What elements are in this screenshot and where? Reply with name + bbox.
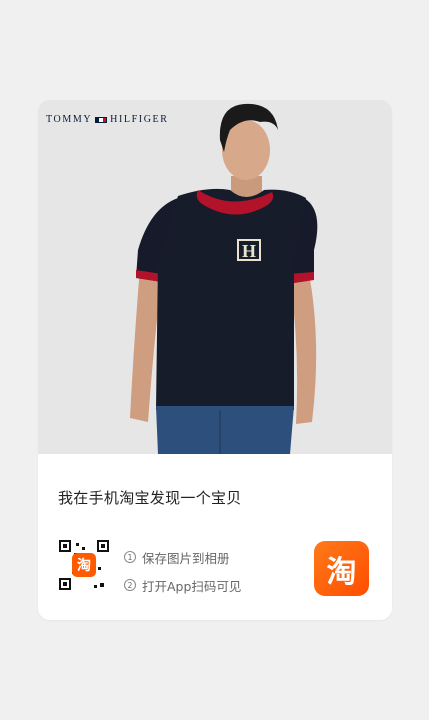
step-text: 打开App扫码可见: [142, 578, 242, 594]
share-title: 我在手机淘宝发现一个宝贝: [58, 489, 242, 507]
instruction-list: 1 保存图片到相册 2 打开App扫码可见: [124, 546, 241, 602]
brand-name-right: HILFIGER: [110, 114, 169, 125]
qr-code[interactable]: 淘: [56, 537, 112, 593]
taobao-logo-glyph: 淘: [326, 554, 357, 590]
step-text: 保存图片到相册: [142, 550, 230, 566]
model-image: H: [38, 100, 392, 454]
instruction-step-1: 1 保存图片到相册: [124, 546, 241, 568]
brand-logo: TOMMY HILFIGER: [46, 114, 169, 125]
taobao-app-icon[interactable]: 淘: [314, 541, 369, 596]
share-card: H TOMMY HILFIGER 我在手机淘宝发现一个宝贝 淘 1 保存图片到相…: [38, 100, 392, 620]
step-number-icon: 1: [124, 551, 136, 563]
svg-text:H: H: [242, 241, 256, 261]
instruction-step-2: 2 打开App扫码可见: [124, 574, 241, 596]
step-number-icon: 2: [124, 579, 136, 591]
qr-center-glyph: 淘: [77, 557, 91, 574]
brand-flag-icon: [95, 116, 108, 123]
brand-name-left: TOMMY: [46, 114, 93, 125]
product-photo[interactable]: H TOMMY HILFIGER: [38, 100, 392, 454]
